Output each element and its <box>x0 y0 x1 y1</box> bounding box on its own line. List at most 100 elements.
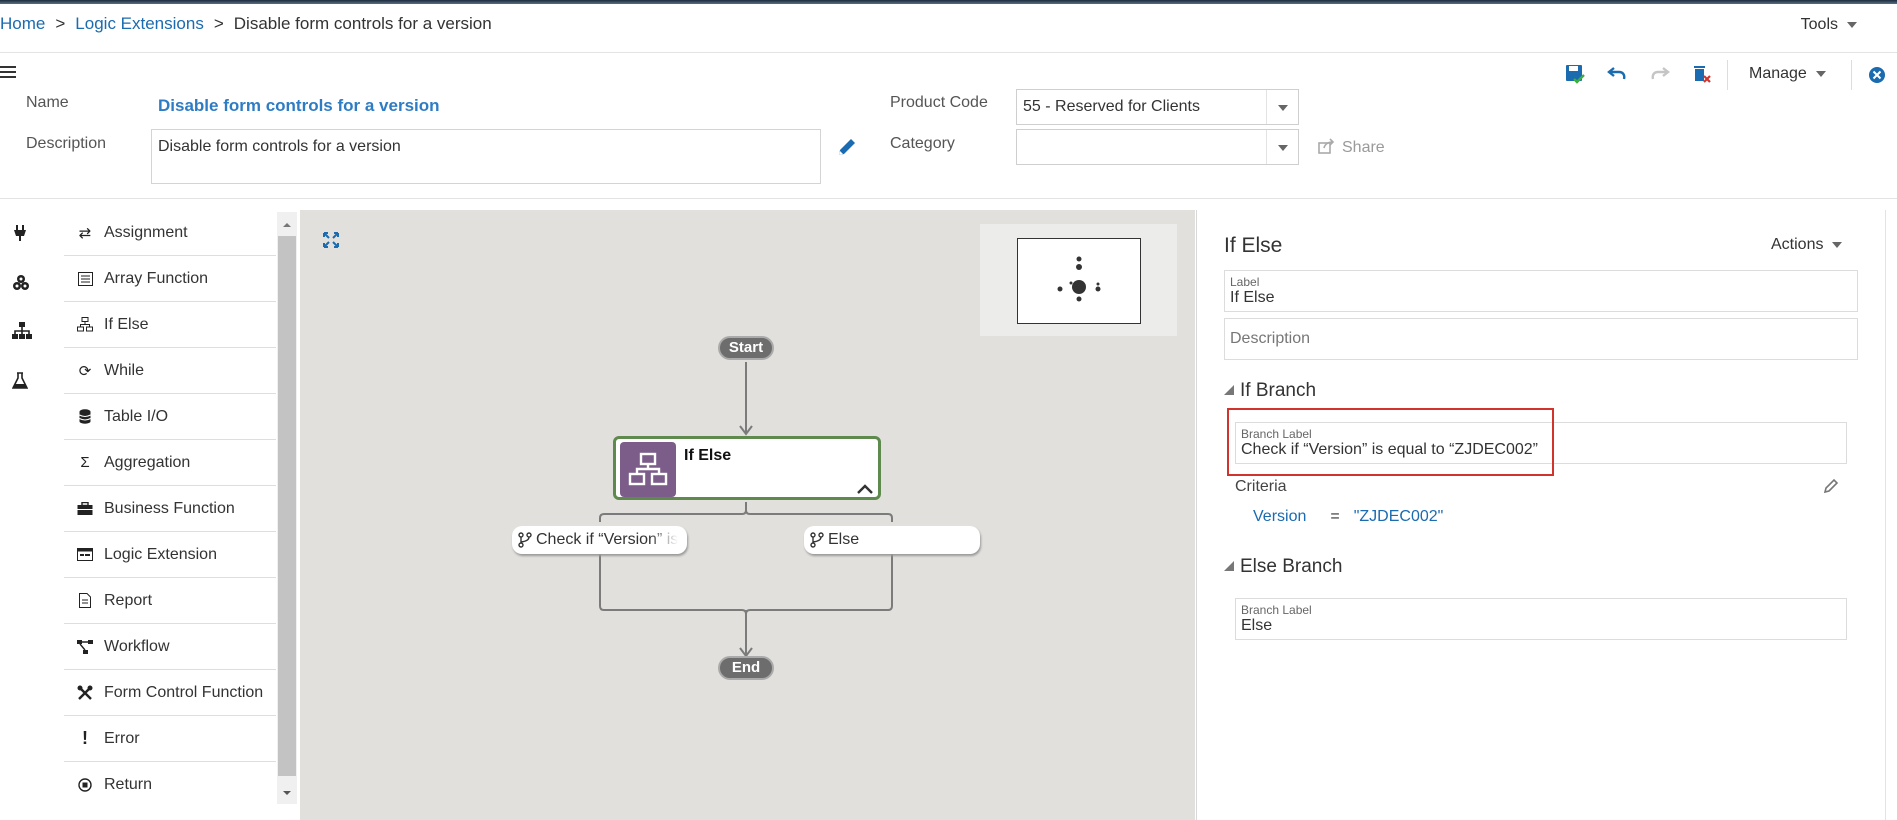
breadcrumb-logic-extensions-link[interactable]: Logic Extensions <box>75 14 204 33</box>
criteria-value[interactable]: "ZJDEC002" <box>1354 508 1444 525</box>
share-button[interactable]: Share <box>1318 138 1385 157</box>
scroll-down-icon[interactable] <box>277 786 297 800</box>
criteria-operator: = <box>1330 508 1340 525</box>
branch-check-version[interactable]: Check if “Version” is <box>512 526 687 554</box>
palette-item-assignment[interactable]: ⇄ Assignment <box>64 210 276 256</box>
else-branch-title: Else Branch <box>1240 556 1343 577</box>
palette-scrollbar[interactable] <box>277 212 297 804</box>
actions-menu[interactable]: Actions <box>1771 236 1843 254</box>
flow-canvas[interactable]: Start If Else Check if “Version” is Else… <box>300 210 1195 820</box>
else-branch-label-field[interactable]: Branch Label Else <box>1235 598 1847 640</box>
palette-item-workflow[interactable]: Workflow <box>64 624 276 670</box>
chevron-down-icon <box>1815 70 1826 77</box>
manage-menu[interactable]: Manage <box>1749 65 1826 83</box>
palette-item-label: Array Function <box>104 269 209 287</box>
flow-connectors <box>599 362 893 658</box>
section-divider <box>0 198 1897 199</box>
return-icon <box>76 778 94 792</box>
if-else-node-title: If Else <box>684 447 732 464</box>
scroll-up-icon[interactable] <box>277 218 297 232</box>
description-field[interactable]: Description <box>1224 318 1858 360</box>
branch-icon <box>518 532 532 548</box>
branch-else[interactable]: Else <box>804 526 980 554</box>
end-node[interactable]: End <box>718 656 774 680</box>
palette-item-label: While <box>104 361 145 379</box>
breadcrumb: Home > Logic Extensions > Disable form contr… <box>0 14 492 34</box>
palette-item-if-else[interactable]: If Else <box>64 302 276 348</box>
chevron-up-icon[interactable] <box>856 483 874 495</box>
palette-item-label: Business Function <box>104 499 235 517</box>
edit-criteria-pencil-icon[interactable] <box>1823 478 1839 494</box>
breadcrumb-separator: > <box>213 14 224 33</box>
flask-icon[interactable] <box>11 372 29 395</box>
palette-item-label: Workflow <box>104 637 170 655</box>
palette-item-return[interactable]: Return <box>64 762 276 808</box>
label-field-label: Label <box>1230 275 1260 289</box>
save-icon[interactable] <box>1565 64 1585 89</box>
hamburger-menu-icon[interactable] <box>0 66 16 81</box>
plug-icon[interactable] <box>12 224 28 247</box>
else-branch-label-value: Else <box>1241 617 1273 634</box>
description-placeholder: Description <box>1230 330 1311 347</box>
edit-pencil-icon[interactable] <box>836 136 858 163</box>
collapse-triangle-icon <box>1224 561 1234 571</box>
hierarchy-icon[interactable] <box>12 322 32 345</box>
breadcrumb-home-link[interactable]: Home <box>0 14 45 33</box>
top-accent-bar <box>0 0 1897 4</box>
chevron-down-icon <box>1847 21 1857 28</box>
palette-item-error[interactable]: ! Error <box>64 716 276 762</box>
manage-menu-label: Manage <box>1749 65 1807 82</box>
palette-item-label: Logic Extension <box>104 545 217 563</box>
tools-menu[interactable]: Tools <box>1801 16 1857 34</box>
palette-item-while[interactable]: ⟳ While <box>64 348 276 394</box>
toolbar-separator <box>1851 60 1852 90</box>
close-icon[interactable] <box>1868 66 1886 89</box>
criteria-field[interactable]: Version <box>1253 508 1306 525</box>
hierarchy-icon <box>76 317 94 332</box>
criteria-row[interactable]: Version = "ZJDEC002" <box>1253 508 1443 526</box>
chevron-down-icon <box>1832 241 1843 248</box>
criteria-label: Criteria <box>1235 478 1287 495</box>
undo-icon[interactable] <box>1607 64 1627 89</box>
tools-icon <box>76 685 94 701</box>
share-label: Share <box>1342 139 1385 156</box>
label-field-value: If Else <box>1230 289 1275 306</box>
palette-item-label: Aggregation <box>104 453 191 471</box>
components-icon[interactable] <box>12 274 30 297</box>
palette-item-form-control-function[interactable]: Form Control Function <box>64 670 276 716</box>
palette-item-table-io[interactable]: Table I/O <box>64 394 276 440</box>
palette-item-label: Return <box>104 776 153 793</box>
palette-item-logic-extension[interactable]: Logic Extension <box>64 532 276 578</box>
name-value[interactable]: Disable form controls for a version <box>158 96 440 116</box>
category-select[interactable] <box>1016 129 1299 165</box>
header-divider <box>0 52 1897 53</box>
description-label: Description <box>26 135 107 152</box>
scrollbar-thumb[interactable] <box>278 236 296 776</box>
sigma-icon: Σ <box>80 454 90 471</box>
if-branch-section-header[interactable]: If Branch <box>1224 380 1316 402</box>
palette-item-array-function[interactable]: Array Function <box>64 256 276 302</box>
properties-panel: If Else Actions Label If Else Descriptio… <box>1196 210 1886 820</box>
briefcase-icon <box>76 501 94 516</box>
branch-label: Check if “Version” is <box>536 531 679 548</box>
workflow-icon <box>76 639 94 654</box>
palette-item-aggregation[interactable]: Σ Aggregation <box>64 440 276 486</box>
database-icon <box>76 409 94 424</box>
redo-icon[interactable] <box>1650 64 1670 89</box>
list-icon <box>76 271 94 286</box>
palette-item-business-function[interactable]: Business Function <box>64 486 276 532</box>
component-palette: ⇄ Assignment Array Function If Else ⟳ Whil… <box>64 210 276 820</box>
toolbar-separator <box>1727 60 1728 90</box>
breadcrumb-current: Disable form controls for a version <box>233 14 492 33</box>
start-node[interactable]: Start <box>718 336 774 360</box>
product-code-select[interactable]: 55 - Reserved for Clients <box>1016 89 1299 125</box>
palette-item-label: Error <box>104 729 140 747</box>
if-branch-title: If Branch <box>1240 380 1317 401</box>
product-code-value: 55 - Reserved for Clients <box>1023 98 1200 115</box>
delete-icon[interactable] <box>1692 64 1712 89</box>
palette-item-report[interactable]: Report <box>64 578 276 624</box>
else-branch-section-header[interactable]: Else Branch <box>1224 556 1342 578</box>
label-field[interactable]: Label If Else <box>1224 270 1858 312</box>
if-else-node[interactable]: If Else <box>613 436 881 500</box>
description-textarea[interactable]: Disable form controls for a version <box>151 129 821 184</box>
